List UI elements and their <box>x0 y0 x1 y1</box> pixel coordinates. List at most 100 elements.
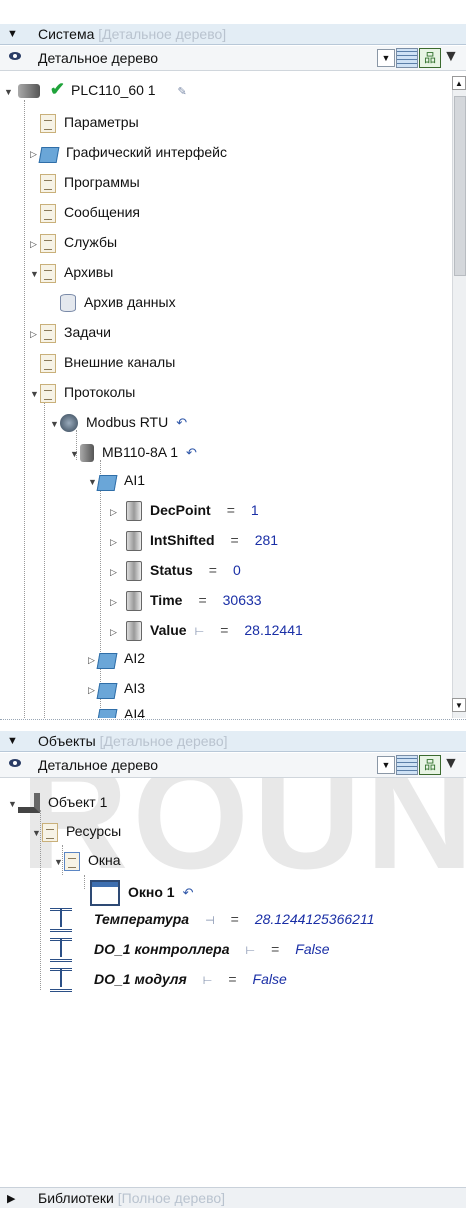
object-variable-row[interactable]: DO_1 контроллера ⊢ = False <box>50 937 330 963</box>
tree-label: AI1 <box>124 472 146 488</box>
variable-icon <box>126 621 142 642</box>
link-arrow-icon: ↶ <box>176 415 188 430</box>
variable-row[interactable]: ▷ Value ⊢ = 28.12441 <box>110 618 303 642</box>
equals-sign: = <box>230 911 239 927</box>
table-view-icon[interactable] <box>396 48 418 68</box>
document-icon <box>40 173 56 193</box>
folder-icon <box>96 683 118 700</box>
tree-item-gui[interactable]: ▷ Графический интерфейс <box>30 140 227 164</box>
binding-arrow-icon: ⊢ <box>194 626 205 638</box>
tree-label: Ресурсы <box>66 823 122 839</box>
tree-label: Архивы <box>64 264 114 280</box>
tree-item-archives[interactable]: ▼ Архивы <box>30 260 113 284</box>
tree-root-plc[interactable]: ▼ ✔ PLC110_60 1 ✎ <box>4 77 187 101</box>
tree-item-protocols[interactable]: ▼ Протоколы <box>30 380 135 404</box>
tree-view-icon[interactable]: 品 <box>419 755 441 775</box>
scroll-down-icon[interactable]: ▼ <box>452 698 466 712</box>
collapse-triangle-icon[interactable]: ▼ <box>7 28 18 40</box>
expand-icon[interactable]: ▷ <box>30 322 40 346</box>
variable-value: 28.12441 <box>244 622 303 638</box>
folder-icon <box>96 653 118 670</box>
eye-icon[interactable] <box>9 52 21 60</box>
tree-guide <box>44 400 45 718</box>
tree-item-data-archive[interactable]: Архив данных <box>60 290 176 314</box>
collapse-icon[interactable]: ▼ <box>54 850 64 874</box>
variable-value: 30633 <box>222 592 262 608</box>
tree-item-tasks[interactable]: ▷ Задачи <box>30 320 111 344</box>
tree-root-object[interactable]: ▼ Объект 1 <box>8 790 107 814</box>
tree-item-modbus[interactable]: ▼ Modbus RTU ↶ <box>50 410 187 434</box>
tree-item-resources[interactable]: ▼ Ресурсы <box>32 819 121 843</box>
collapse-icon[interactable]: ▼ <box>8 792 18 816</box>
tree-item-windows[interactable]: ▼ Окна <box>54 848 121 872</box>
expand-icon[interactable]: ▷ <box>110 560 120 584</box>
variable-name: DO_1 модуля <box>94 971 187 987</box>
view-mode-select[interactable]: Детальное дерево <box>38 757 158 773</box>
device-module-icon <box>80 444 94 463</box>
panel-splitter[interactable] <box>0 719 466 724</box>
variable-row[interactable]: ▷ Status = 0 <box>110 558 241 582</box>
tree-item-programs[interactable]: Программы <box>30 170 140 194</box>
expand-icon[interactable]: ▷ <box>110 590 120 614</box>
variable-value: 1 <box>250 502 259 518</box>
table-view-icon[interactable] <box>396 755 418 775</box>
collapse-triangle-icon[interactable]: ▼ <box>7 735 18 747</box>
filter-icon[interactable]: ▼ <box>443 48 463 66</box>
variable-row[interactable]: ▷ IntShifted = 281 <box>110 528 278 552</box>
tree-view-icon[interactable]: 品 <box>419 48 441 68</box>
variable-icon <box>126 561 142 582</box>
objects-panel-header[interactable]: ▼ Объекты [Детальное дерево] <box>0 731 466 752</box>
collapse-icon[interactable]: ▼ <box>70 442 80 466</box>
object-variable-row[interactable]: Температура ⊣ = 28.1244125366211 <box>50 907 375 933</box>
libraries-panel-header[interactable]: ▶ Библиотеки [Полное дерево] <box>0 1187 466 1208</box>
tree-item-ai2[interactable]: ▷ AI2 <box>88 646 145 670</box>
system-panel-header[interactable]: ▼ Система [Детальное дерево] <box>0 24 466 45</box>
variable-row[interactable]: ▷ Time = 30633 <box>110 588 262 612</box>
tree-item-ext-channels[interactable]: Внешние каналы <box>30 350 175 374</box>
view-mode-select[interactable]: Детальное дерево <box>38 50 158 66</box>
window-icon <box>90 880 120 907</box>
tree-label: AI3 <box>124 680 146 696</box>
folder-icon <box>96 475 118 492</box>
tree-item-messages[interactable]: Сообщения <box>30 200 140 224</box>
tree-item-ai3[interactable]: ▷ AI3 <box>88 676 145 700</box>
document-icon <box>40 113 56 133</box>
tree-item-params[interactable]: Параметры <box>30 110 139 134</box>
object-variable-row[interactable]: DO_1 модуля ⊢ = False <box>50 967 287 993</box>
tree-item-mb110[interactable]: ▼ MB110-8A 1 ↶ <box>70 440 197 464</box>
expand-icon[interactable]: ▷ <box>110 620 120 644</box>
collapse-icon[interactable]: ▼ <box>32 821 42 845</box>
tree-item-ai1[interactable]: ▼ AI1 <box>88 468 145 492</box>
equals-sign: = <box>271 941 280 957</box>
tree-label: AI2 <box>124 650 146 666</box>
tree-item-ai4[interactable]: AI4 <box>88 702 145 718</box>
dropdown-arrow-icon[interactable]: ▼ <box>377 49 395 67</box>
edit-pencil-icon[interactable]: ✎ <box>177 86 186 98</box>
expand-triangle-icon[interactable]: ▶ <box>7 1192 15 1205</box>
expand-icon[interactable]: ▷ <box>110 500 120 524</box>
tree-label: Графический интерфейс <box>66 144 227 160</box>
tree-item-services[interactable]: ▷ Службы <box>30 230 117 254</box>
dropdown-arrow-icon[interactable]: ▼ <box>377 756 395 774</box>
collapse-icon[interactable]: ▼ <box>30 262 40 286</box>
filter-icon[interactable]: ▼ <box>443 755 463 773</box>
tree-label: Задачи <box>64 324 112 340</box>
variable-icon <box>126 591 142 612</box>
expand-icon[interactable]: ▷ <box>110 530 120 554</box>
tree-label: MB110-8A 1 <box>102 444 179 460</box>
equals-sign: = <box>226 502 235 518</box>
variable-row[interactable]: ▷ DecPoint = 1 <box>110 498 259 522</box>
tree-label: Службы <box>64 234 118 250</box>
channel-icon <box>40 353 56 373</box>
tree-label: Окна <box>88 852 121 868</box>
scroll-thumb[interactable] <box>454 96 466 276</box>
collapse-icon[interactable]: ▼ <box>4 80 14 104</box>
expand-icon[interactable]: ▷ <box>30 232 40 256</box>
eye-icon[interactable] <box>9 759 21 767</box>
collapse-icon[interactable]: ▼ <box>30 382 40 406</box>
folder-icon <box>96 709 118 718</box>
scroll-up-icon[interactable]: ▲ <box>452 76 466 90</box>
collapse-icon[interactable]: ▼ <box>50 412 60 436</box>
tree-item-window1[interactable]: Окно 1 ↶ <box>90 878 194 907</box>
windows-folder-icon <box>64 851 80 871</box>
